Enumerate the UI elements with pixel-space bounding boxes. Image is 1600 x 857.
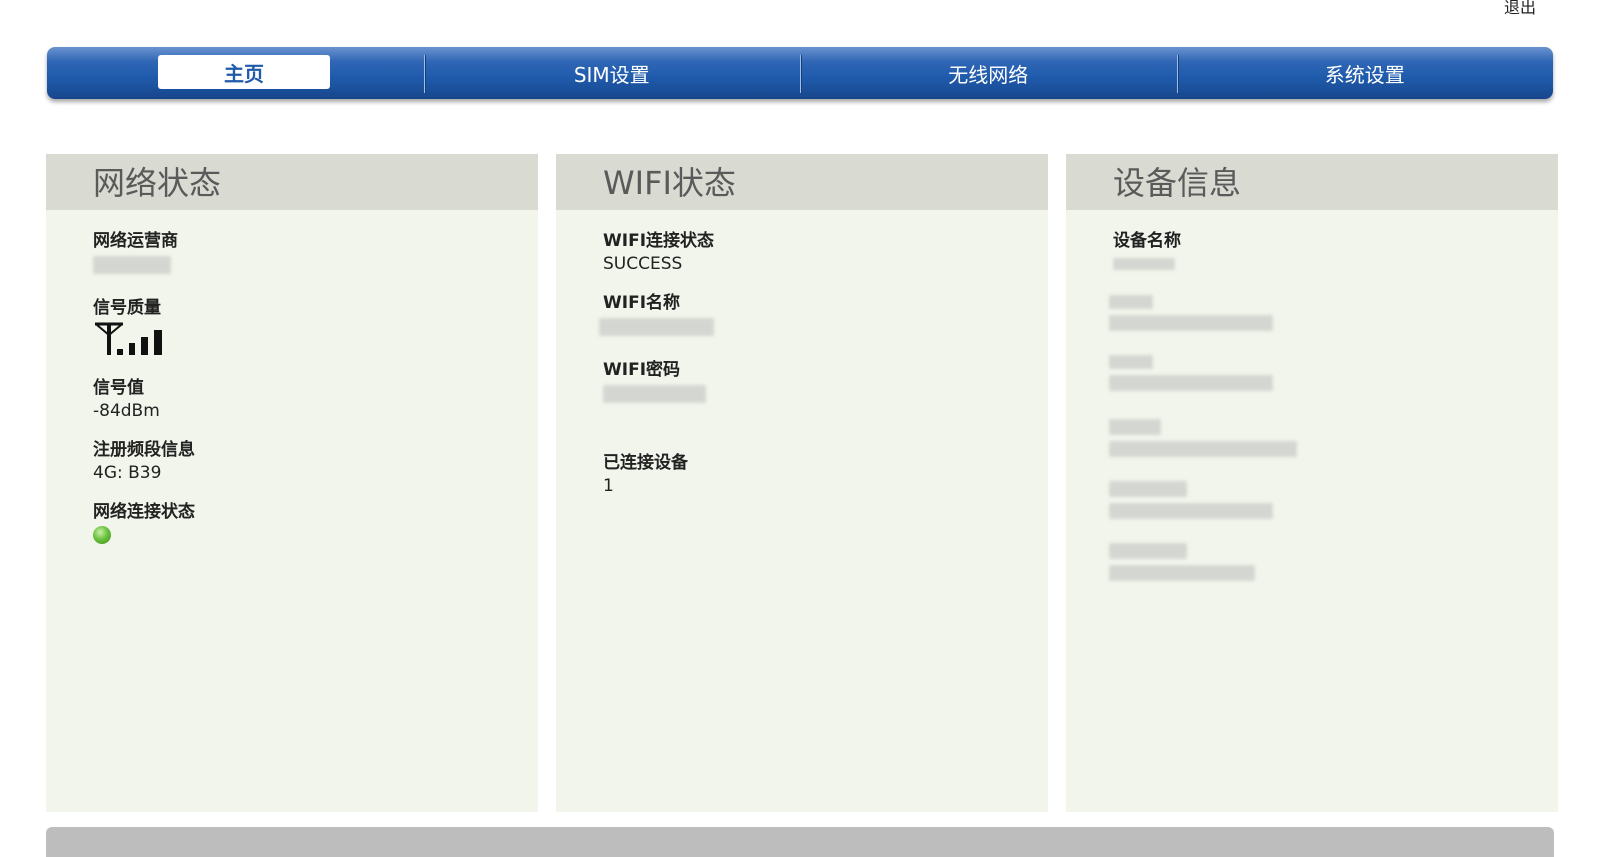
tab-wireless-label: 无线网络 bbox=[948, 62, 1029, 87]
signal-bars-icon bbox=[93, 319, 538, 361]
wifi-password-redacted bbox=[603, 385, 706, 403]
network-status-panel: 网络状态 网络运营商 信号质量 信号值 -84dBm 注册频段信息 4G: B3… bbox=[46, 154, 538, 812]
tab-home-label: 主页 bbox=[158, 55, 330, 89]
device-info-redacted-2 bbox=[1109, 355, 1558, 391]
wifi-name-redacted bbox=[599, 318, 714, 336]
device-info-title: 设备信息 bbox=[1066, 154, 1558, 210]
wifi-connection-value: SUCCESS bbox=[603, 254, 683, 274]
wifi-status-panel: WIFI状态 WIFI连接状态 SUCCESS WIFI名称 WIFI密码 已连… bbox=[556, 154, 1048, 812]
footer-bar bbox=[46, 827, 1554, 857]
connection-status-label: 网络连接状态 bbox=[93, 502, 195, 522]
connected-devices-label: 已连接设备 bbox=[603, 453, 688, 473]
tab-sim-settings-label: SIM设置 bbox=[573, 62, 650, 87]
network-status-title: 网络状态 bbox=[46, 154, 538, 210]
device-name-redacted bbox=[1113, 258, 1175, 270]
device-info-redacted-4 bbox=[1109, 481, 1558, 519]
operator-value-redacted bbox=[93, 256, 171, 274]
connection-status-icon bbox=[93, 526, 111, 544]
logout-link[interactable]: 退出 bbox=[1504, 0, 1536, 18]
device-info-panel: 设备信息 设备名称 bbox=[1066, 154, 1558, 812]
device-info-redacted-5 bbox=[1109, 543, 1558, 581]
tab-sim-settings[interactable]: SIM设置 bbox=[423, 47, 801, 99]
band-label: 注册频段信息 bbox=[93, 440, 195, 460]
tab-wireless[interactable]: 无线网络 bbox=[800, 47, 1177, 99]
signal-value: -84dBm bbox=[93, 401, 160, 421]
device-name-label: 设备名称 bbox=[1113, 231, 1181, 251]
operator-label: 网络运营商 bbox=[93, 231, 178, 251]
device-info-redacted-3 bbox=[1109, 419, 1558, 457]
device-info-redacted-1 bbox=[1109, 295, 1558, 331]
wifi-password-label: WIFI密码 bbox=[603, 360, 681, 380]
tab-home[interactable]: 主页 bbox=[47, 47, 424, 99]
tab-system-settings-label: 系统设置 bbox=[1324, 62, 1405, 87]
wifi-status-title: WIFI状态 bbox=[556, 154, 1048, 210]
signal-quality-label: 信号质量 bbox=[93, 298, 161, 318]
band-value: 4G: B39 bbox=[93, 463, 162, 483]
tab-system-settings[interactable]: 系统设置 bbox=[1176, 47, 1554, 99]
wifi-connection-label: WIFI连接状态 bbox=[603, 231, 715, 251]
wifi-name-label: WIFI名称 bbox=[603, 293, 681, 313]
connected-devices-value: 1 bbox=[603, 476, 614, 496]
signal-value-label: 信号值 bbox=[93, 378, 144, 398]
main-nav: 主页 SIM设置 无线网络 系统设置 bbox=[47, 47, 1553, 99]
